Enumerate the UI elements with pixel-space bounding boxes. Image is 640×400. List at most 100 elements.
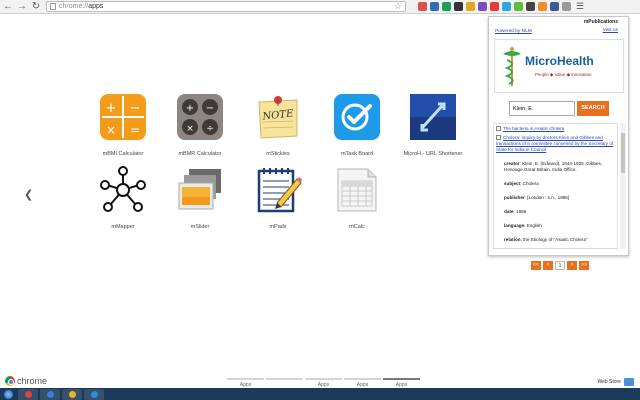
- collapse-icon[interactable]: [496, 135, 501, 141]
- taskbar-app-icon: [46, 390, 54, 398]
- popup-title: mPublications: [583, 19, 618, 25]
- next-page-button[interactable]: >: [567, 261, 577, 270]
- forward-arrow-icon[interactable]: →: [16, 1, 28, 13]
- taskbar-item[interactable]: [62, 388, 82, 400]
- powered-by-link[interactable]: Powered by NLM: [495, 29, 532, 34]
- extension-icon[interactable]: [502, 2, 511, 11]
- extension-icon[interactable]: [526, 2, 535, 11]
- page-icon: [50, 3, 56, 10]
- page-tab-bar: [266, 378, 303, 380]
- logo-tagline: People ◆ Value ◆ Innovation: [535, 72, 592, 77]
- extension-icon[interactable]: [442, 2, 451, 11]
- mind-map-icon: [100, 166, 146, 212]
- extension-icon[interactable]: [550, 2, 559, 11]
- extension-icon[interactable]: [562, 2, 571, 11]
- page-switcher: Apps Apps Apps Apps: [227, 378, 422, 388]
- extension-icon[interactable]: [478, 2, 487, 11]
- web-store-link[interactable]: Web Store: [597, 378, 634, 386]
- svg-text:−: −: [206, 103, 214, 114]
- extension-icon[interactable]: [466, 2, 475, 11]
- page-tab[interactable]: Apps: [383, 378, 420, 388]
- spreadsheet-icon: [337, 168, 377, 212]
- extension-icon[interactable]: [430, 2, 439, 11]
- page-tab-bar: [227, 378, 264, 380]
- scrollbar-thumb[interactable]: [621, 133, 625, 173]
- visit-us-link[interactable]: Visit us: [603, 28, 618, 33]
- svg-text:=: =: [130, 123, 140, 137]
- page-tab[interactable]: [266, 378, 303, 388]
- result-item[interactable]: The bacteria in Asiatic cholera: [496, 126, 615, 132]
- screen: ← → ↻ chrome:// apps ☆ ☰ ❮ + − × = mBMI …: [0, 0, 640, 400]
- search-button[interactable]: SEARCH: [577, 101, 609, 116]
- result-field-relation: relation: the Etiology of "Asiatic Chole…: [504, 237, 588, 242]
- bookmark-star-icon[interactable]: ☆: [394, 1, 402, 12]
- windows-taskbar: [0, 388, 640, 400]
- start-button[interactable]: [0, 388, 16, 400]
- prev-page-button[interactable]: <: [543, 261, 553, 270]
- last-page-button[interactable]: >>: [579, 261, 589, 270]
- page-tab-bar: [383, 378, 420, 380]
- search-input[interactable]: [509, 101, 575, 116]
- app-mbmr-calculator[interactable]: + − × ÷ mBMR Calculator: [155, 92, 245, 157]
- url-path: apps: [88, 3, 104, 10]
- expand-icon[interactable]: [496, 126, 501, 132]
- app-label: mSlider: [190, 224, 210, 230]
- app-label: MicroH - URL Shortener: [403, 151, 463, 157]
- browser-toolbar: ← → ↻ chrome:// apps ☆ ☰: [0, 0, 640, 14]
- app-mstickies[interactable]: NOTE mStickies: [233, 92, 323, 157]
- svg-text:+: +: [186, 103, 194, 114]
- page-number[interactable]: 1: [555, 261, 565, 270]
- extension-icon[interactable]: [418, 2, 427, 11]
- taskbar-item[interactable]: [18, 388, 38, 400]
- brand-text: chrome: [17, 376, 48, 386]
- taskbar-item[interactable]: [40, 388, 60, 400]
- extension-icon[interactable]: [514, 2, 523, 11]
- result-field-subject: subject: Cholera: [504, 181, 539, 186]
- result-field-language: language: English: [504, 223, 542, 228]
- page-tab[interactable]: Apps: [344, 378, 381, 388]
- extension-icon[interactable]: [538, 2, 547, 11]
- page-tab[interactable]: Apps: [305, 378, 342, 388]
- previous-page-arrow-icon[interactable]: ❮: [24, 188, 33, 201]
- calculator-orange-icon: + − × =: [100, 94, 146, 140]
- calculator-gray-icon: + − × ÷: [177, 94, 223, 140]
- svg-text:×: ×: [186, 124, 194, 134]
- app-label: mPads: [269, 224, 287, 230]
- svg-text:+: +: [106, 101, 117, 116]
- app-url-shortener[interactable]: MicroH - URL Shortener: [388, 92, 478, 157]
- taskbar-app-icon: [90, 390, 98, 398]
- result-field-publisher: publisher: [London : s.n., 1885]: [504, 195, 570, 200]
- app-label: mStickies: [266, 151, 290, 157]
- taskbar-app-icon: [68, 390, 76, 398]
- app-mpads[interactable]: mPads: [233, 165, 323, 230]
- app-label: mBMR Calculator: [178, 151, 222, 157]
- app-label: mCalc: [349, 224, 365, 230]
- menu-icon[interactable]: ☰: [576, 1, 584, 12]
- page-tab-bar: [305, 378, 342, 380]
- web-store-label[interactable]: Web Store: [597, 379, 621, 385]
- result-field-creator: creator: Klein, E. (Edward), 1844-1925.;…: [504, 161, 603, 172]
- taskbar-app-icon: [24, 390, 32, 398]
- page-tab[interactable]: Apps: [227, 378, 264, 388]
- extension-icon[interactable]: [454, 2, 463, 11]
- extension-icons: [418, 2, 574, 11]
- app-mcalc[interactable]: mCalc: [312, 165, 402, 230]
- address-bar[interactable]: chrome:// apps ☆: [46, 1, 406, 12]
- back-arrow-icon[interactable]: ←: [2, 1, 14, 13]
- first-page-button[interactable]: <<: [531, 261, 541, 270]
- search-row: SEARCH: [509, 101, 617, 116]
- app-mslider[interactable]: mSlider: [155, 165, 245, 230]
- results-scrollbar[interactable]: [620, 123, 626, 249]
- chrome-brand: chrome: [5, 376, 47, 386]
- result-field-date: date: 1885: [504, 209, 527, 214]
- extension-icon[interactable]: [490, 2, 499, 11]
- reload-icon[interactable]: ↻: [30, 1, 42, 13]
- taskbar-item[interactable]: [84, 388, 104, 400]
- svg-text:−: −: [130, 101, 141, 116]
- chrome-logo-icon: [5, 376, 15, 386]
- result-item[interactable]: Cholera: inquiry by doctors Klein and Gi…: [496, 135, 615, 153]
- windows-orb-icon: [3, 389, 13, 399]
- web-store-icon[interactable]: [624, 378, 634, 386]
- mpublications-popup: mPublications Powered by NLM Visit us Mi…: [488, 16, 629, 270]
- pager: << < 1 > >>: [531, 261, 591, 270]
